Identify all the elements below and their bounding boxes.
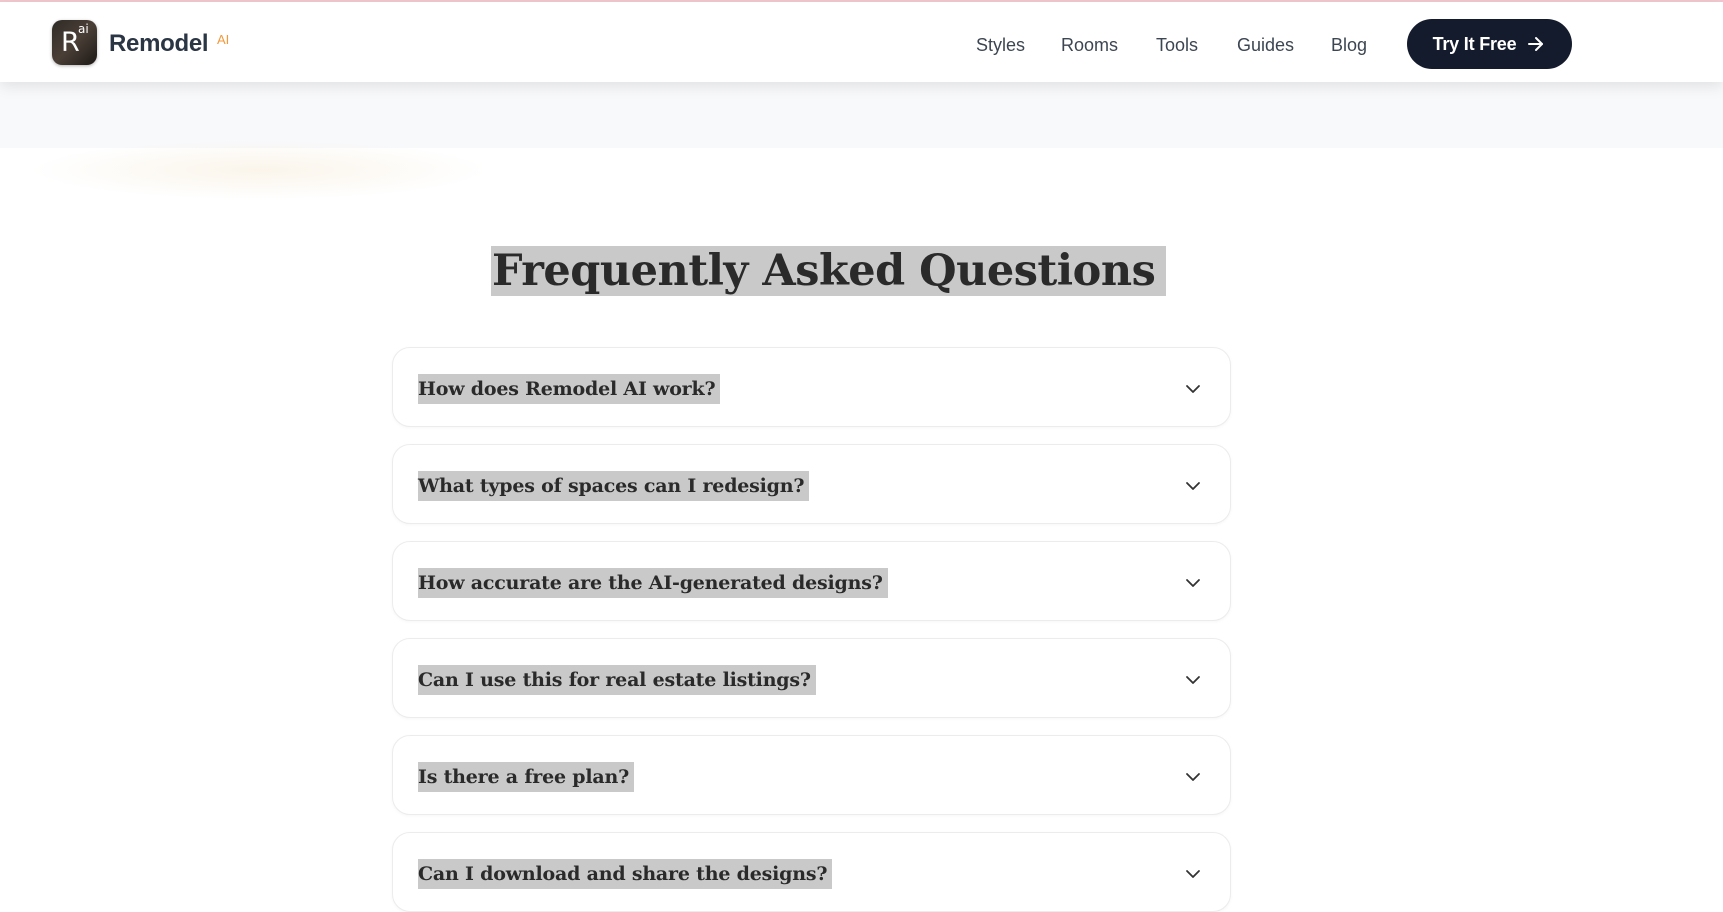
faq-item[interactable]: How does Remodel AI work? [392,347,1231,427]
faq-item[interactable]: Can I use this for real estate listings? [392,638,1231,718]
faq-question: How does Remodel AI work? [418,374,721,404]
logo-superscript: ai [78,22,89,36]
nav-link-tools[interactable]: Tools [1156,33,1198,57]
arrow-right-icon [1528,37,1544,51]
site-header: R ai Remodel AI Styles Rooms Tools Guide… [0,2,1723,82]
chevron-down-icon [1186,870,1200,878]
faq-question: Is there a free plan? [418,762,635,792]
chevron-down-icon [1186,579,1200,587]
faq-question: What types of spaces can I redesign? [418,471,810,501]
try-it-free-button[interactable]: Try It Free [1407,19,1572,69]
faq-item[interactable]: What types of spaces can I redesign? [392,444,1231,524]
nav-link-rooms[interactable]: Rooms [1061,33,1118,57]
try-it-free-label: Try It Free [1432,33,1517,54]
hero-bottom-band [0,82,1723,148]
faq-item[interactable]: Is there a free plan? [392,735,1231,815]
faq-question: Can I download and share the designs? [418,859,833,889]
chevron-down-icon [1186,482,1200,490]
chevron-down-icon [1186,773,1200,781]
chevron-down-icon [1186,385,1200,393]
faq-title: Frequently Asked Questions [491,246,1167,296]
faq-item[interactable]: Can I download and share the designs? [392,832,1231,912]
faq-question: How accurate are the AI-generated design… [418,568,888,598]
faq-item[interactable]: How accurate are the AI-generated design… [392,541,1231,621]
decorative-shadow [30,140,490,200]
nav-link-styles[interactable]: Styles [976,33,1025,57]
faq-question: Can I use this for real estate listings? [418,665,816,695]
logo-letter: R [61,27,80,58]
nav-link-guides[interactable]: Guides [1237,33,1294,57]
brand-suffix: AI [217,32,230,47]
brand-name[interactable]: Remodel [109,29,209,59]
logo-icon[interactable]: R ai [52,20,97,65]
nav-link-blog[interactable]: Blog [1331,33,1367,57]
chevron-down-icon [1186,676,1200,684]
